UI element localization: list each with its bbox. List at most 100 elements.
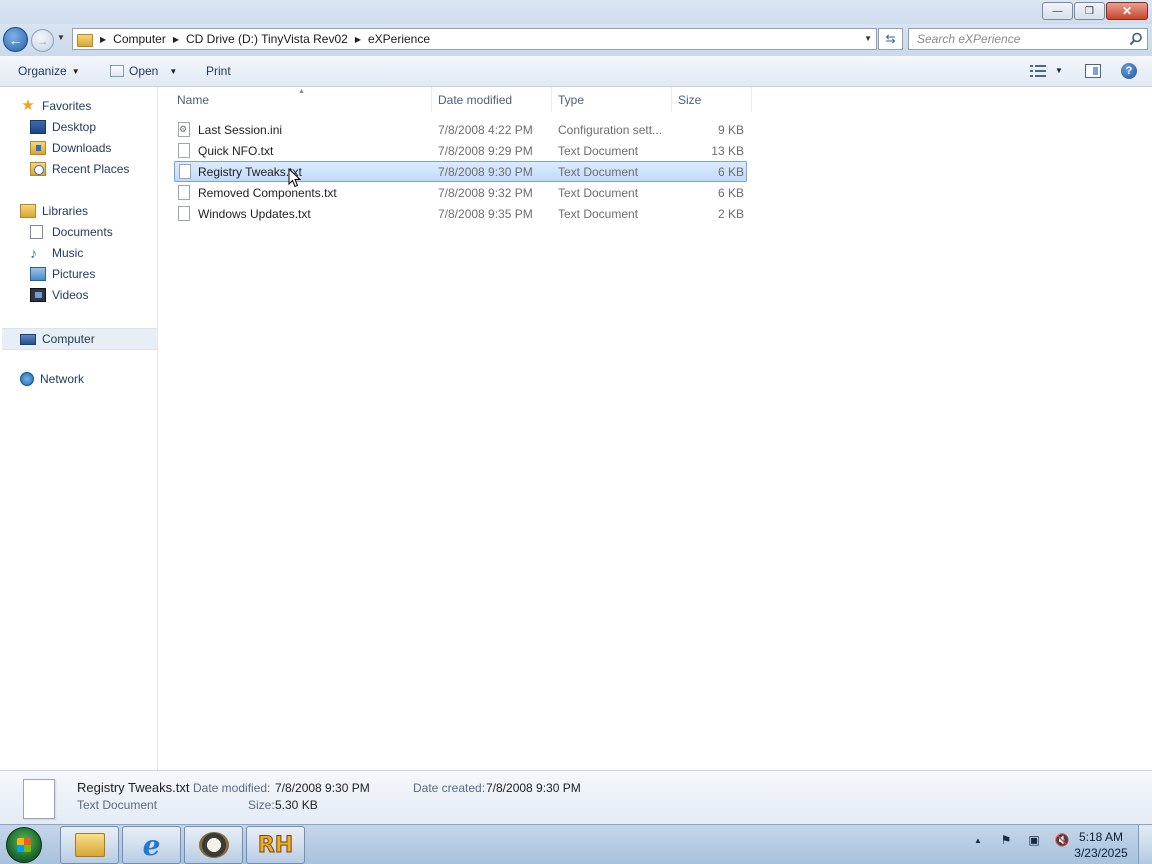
file-row-selected[interactable]: Registry Tweaks.txt 7/8/2008 9:30 PM Tex…: [174, 161, 747, 182]
nav-videos[interactable]: Videos: [30, 288, 88, 302]
file-name: Windows Updates.txt: [198, 207, 311, 221]
text-file-icon: [23, 779, 55, 819]
file-row[interactable]: Windows Updates.txt 7/8/2008 9:35 PM Tex…: [174, 204, 747, 224]
print-button[interactable]: Print: [206, 64, 231, 78]
maximize-button[interactable]: ❐: [1074, 2, 1105, 20]
window-controls: — ❐ ✕: [1042, 2, 1148, 20]
details-date-modified-label: Date modified:: [193, 781, 271, 795]
nav-label: Desktop: [52, 120, 97, 134]
taskbar-resource-hacker-button[interactable]: RH: [246, 826, 305, 864]
preview-pane-icon[interactable]: [1085, 64, 1101, 78]
breadcrumb-computer[interactable]: Computer: [113, 32, 166, 46]
text-file-icon: [179, 164, 191, 179]
taskbar: e RH ▲ ⚑ ▣ 🔇 5:18 AM 3/23/2025: [0, 824, 1152, 864]
taskbar-raccoon-app-button[interactable]: [184, 826, 243, 864]
pictures-icon: [30, 267, 46, 281]
network-status-icon[interactable]: ▣: [1026, 833, 1042, 849]
config-file-icon: [178, 122, 190, 137]
resource-hacker-icon: RH: [257, 832, 294, 858]
breadcrumb-experience[interactable]: eXPerience: [368, 32, 430, 46]
nav-libraries[interactable]: Libraries: [20, 204, 88, 218]
address-history-dropdown[interactable]: ▼: [864, 34, 872, 43]
nav-documents[interactable]: Documents: [30, 225, 113, 239]
close-button[interactable]: ✕: [1106, 2, 1148, 20]
search-icon[interactable]: [1129, 32, 1143, 46]
nav-computer[interactable]: Computer: [2, 328, 157, 350]
clock-date: 3/23/2025: [1074, 846, 1128, 860]
open-button[interactable]: Open ▼: [110, 64, 177, 78]
file-row[interactable]: Removed Components.txt 7/8/2008 9:32 PM …: [174, 183, 747, 203]
file-row[interactable]: Quick NFO.txt 7/8/2008 9:29 PM Text Docu…: [174, 141, 747, 161]
folder-icon: [74, 833, 105, 857]
notepad-icon: [110, 65, 124, 77]
file-size: 6 KB: [717, 186, 744, 200]
help-icon[interactable]: ?: [1121, 63, 1137, 79]
column-header-date-modified[interactable]: Date modified: [432, 87, 552, 112]
views-dropdown-icon[interactable]: ▼: [1055, 66, 1063, 75]
nav-label: Pictures: [52, 267, 96, 281]
file-size: 9 KB: [717, 123, 744, 137]
nav-pictures[interactable]: Pictures: [30, 267, 95, 281]
nav-downloads[interactable]: Downloads: [30, 141, 111, 155]
organize-button[interactable]: Organize ▼: [18, 64, 80, 78]
folder-icon: [77, 32, 93, 47]
file-size: 13 KB: [711, 144, 744, 158]
show-hidden-icons-icon[interactable]: ▲: [970, 833, 986, 849]
file-type: Configuration sett...: [558, 123, 663, 137]
forward-button[interactable]: →: [31, 29, 54, 52]
nav-label: Documents: [52, 225, 113, 239]
computer-icon: [20, 333, 36, 345]
command-bar: Organize ▼ Open ▼ Print ▼ ?: [0, 56, 1152, 87]
search-input[interactable]: Search eXPerience: [908, 28, 1148, 50]
breadcrumb-cd-drive[interactable]: CD Drive (D:) TinyVista Rev02: [186, 32, 348, 46]
column-header-type[interactable]: Type: [552, 87, 672, 112]
taskbar-internet-explorer-button[interactable]: e: [122, 826, 181, 864]
file-row[interactable]: Last Session.ini 7/8/2008 4:22 PM Config…: [174, 120, 747, 140]
clock-time: 5:18 AM: [1078, 830, 1124, 844]
details-date-created-label: Date created:: [413, 781, 486, 795]
breadcrumb-chevron-icon[interactable]: ▶: [355, 35, 361, 44]
file-name: Last Session.ini: [198, 123, 283, 137]
breadcrumb-chevron-icon[interactable]: ▶: [173, 35, 179, 44]
open-label: Open: [129, 64, 159, 78]
file-date: 7/8/2008 4:22 PM: [438, 123, 533, 137]
show-desktop-button[interactable]: [1138, 825, 1152, 864]
views-icon[interactable]: [1030, 65, 1046, 77]
recent-pages-dropdown[interactable]: ▼: [57, 33, 65, 42]
back-button[interactable]: ←: [3, 27, 28, 52]
internet-explorer-icon: e: [142, 828, 161, 862]
address-row: ← → ▼ ▶ Computer ▶ CD Drive (D:) TinyVis…: [0, 24, 1152, 56]
file-list: ▲ Name Date modified Type Size Last Sess…: [159, 87, 1152, 770]
nav-label: Music: [52, 246, 84, 260]
music-icon: ♪: [30, 245, 37, 261]
taskbar-explorer-button[interactable]: [60, 826, 119, 864]
clock[interactable]: 5:18 AM 3/23/2025: [1070, 829, 1132, 861]
volume-muted-icon[interactable]: 🔇: [1054, 833, 1070, 849]
file-name: Quick NFO.txt: [198, 144, 274, 158]
recent-places-icon: [30, 162, 46, 176]
minimize-button[interactable]: —: [1042, 2, 1073, 20]
nav-network[interactable]: Network: [20, 372, 84, 386]
address-bar[interactable]: ▶ Computer ▶ CD Drive (D:) TinyVista Rev…: [72, 28, 877, 50]
mouse-cursor-icon: [288, 168, 301, 188]
file-type: Text Document: [558, 186, 639, 200]
action-center-flag-icon[interactable]: ⚑: [998, 833, 1014, 849]
start-button[interactable]: [6, 827, 42, 863]
nav-recent-places[interactable]: Recent Places: [30, 162, 129, 176]
title-bar: — ❐ ✕: [0, 0, 1152, 24]
details-pane: Registry Tweaks.txt Text Document Date m…: [0, 770, 1152, 824]
chevron-down-icon[interactable]: ▼: [169, 67, 177, 76]
nav-favorites[interactable]: ★ Favorites: [20, 98, 91, 113]
file-name: Registry Tweaks.txt: [198, 165, 302, 179]
file-date: 7/8/2008 9:30 PM: [438, 165, 533, 179]
column-header-name[interactable]: Name: [171, 87, 432, 112]
nav-music[interactable]: ♪ Music: [30, 246, 83, 260]
file-date: 7/8/2008 9:29 PM: [438, 144, 533, 158]
column-header-size[interactable]: Size: [672, 87, 752, 112]
nav-desktop[interactable]: Desktop: [30, 120, 96, 134]
breadcrumb-chevron-icon[interactable]: ▶: [100, 35, 106, 44]
nav-label: Recent Places: [52, 162, 130, 176]
file-type: Text Document: [558, 207, 639, 221]
refresh-button[interactable]: ⇆: [878, 28, 903, 50]
file-date: 7/8/2008 9:35 PM: [438, 207, 533, 221]
